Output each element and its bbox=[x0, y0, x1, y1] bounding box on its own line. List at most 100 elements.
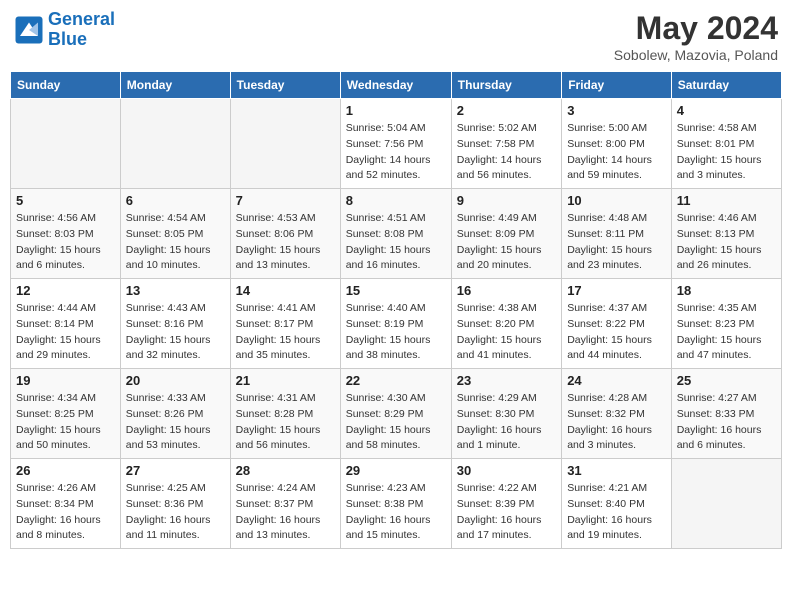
page-header: General Blue May 2024 Sobolew, Mazovia, … bbox=[10, 10, 782, 63]
day-info: Sunrise: 4:40 AMSunset: 8:19 PMDaylight:… bbox=[346, 301, 446, 364]
calendar-cell: 10 Sunrise: 4:48 AMSunset: 8:11 PMDayligh… bbox=[562, 189, 672, 279]
day-info: Sunrise: 4:48 AMSunset: 8:11 PMDaylight:… bbox=[567, 211, 666, 274]
calendar-cell: 20Sunrise: 4:33 AMSunset: 8:26 PMDayligh… bbox=[120, 369, 230, 459]
weekday-header-thursday: Thursday bbox=[451, 72, 561, 99]
calendar-cell: 17 Sunrise: 4:37 AMSunset: 8:22 PMDayligh… bbox=[562, 279, 672, 369]
day-number: 28 bbox=[236, 463, 335, 478]
day-info: Sunrise: 4:22 AMSunset: 8:39 PMDaylight:… bbox=[457, 481, 556, 544]
day-info: Sunrise: 4:31 AMSunset: 8:28 PMDaylight:… bbox=[236, 391, 335, 454]
day-info: Sunrise: 4:49 AMSunset: 8:09 PMDaylight:… bbox=[457, 211, 556, 274]
day-info: Sunrise: 4:28 AMSunset: 8:32 PMDaylight:… bbox=[567, 391, 666, 454]
day-info: Sunrise: 4:29 AMSunset: 8:30 PMDaylight:… bbox=[457, 391, 556, 454]
calendar-cell: 19 Sunrise: 4:34 AMSunset: 8:25 PMDayligh… bbox=[11, 369, 121, 459]
day-info: Sunrise: 4:54 AMSunset: 8:05 PMDaylight:… bbox=[126, 211, 225, 274]
day-info: Sunrise: 4:37 AMSunset: 8:22 PMDaylight:… bbox=[567, 301, 666, 364]
week-row-4: 19 Sunrise: 4:34 AMSunset: 8:25 PMDayligh… bbox=[11, 369, 782, 459]
weekday-header-tuesday: Tuesday bbox=[230, 72, 340, 99]
day-number: 7 bbox=[236, 193, 335, 208]
week-row-3: 12 Sunrise: 4:44 AMSunset: 8:14 PMDayligh… bbox=[11, 279, 782, 369]
calendar-cell: 12 Sunrise: 4:44 AMSunset: 8:14 PMDayligh… bbox=[11, 279, 121, 369]
day-number: 14 bbox=[236, 283, 335, 298]
calendar-cell: 4 Sunrise: 4:58 AMSunset: 8:01 PMDaylight… bbox=[671, 99, 781, 189]
day-info: Sunrise: 4:41 AMSunset: 8:17 PMDaylight:… bbox=[236, 301, 335, 364]
day-info: Sunrise: 4:34 AMSunset: 8:25 PMDaylight:… bbox=[16, 391, 115, 454]
day-info: Sunrise: 4:26 AMSunset: 8:34 PMDaylight:… bbox=[16, 481, 115, 544]
day-info: Sunrise: 4:56 AMSunset: 8:03 PMDaylight:… bbox=[16, 211, 115, 274]
day-info: Sunrise: 4:33 AMSunset: 8:26 PMDaylight:… bbox=[126, 391, 225, 454]
day-number: 25 bbox=[677, 373, 776, 388]
calendar-cell bbox=[120, 99, 230, 189]
day-info: Sunrise: 4:21 AMSunset: 8:40 PMDaylight:… bbox=[567, 481, 666, 544]
calendar-cell: 14 Sunrise: 4:41 AMSunset: 8:17 PMDayligh… bbox=[230, 279, 340, 369]
day-number: 11 bbox=[677, 193, 776, 208]
calendar-cell: 8Sunrise: 4:51 AMSunset: 8:08 PMDaylight… bbox=[340, 189, 451, 279]
day-number: 9 bbox=[457, 193, 556, 208]
day-number: 5 bbox=[16, 193, 115, 208]
day-number: 17 bbox=[567, 283, 666, 298]
calendar-cell: 2 Sunrise: 5:02 AMSunset: 7:58 PMDaylight… bbox=[451, 99, 561, 189]
calendar-cell bbox=[11, 99, 121, 189]
day-number: 19 bbox=[16, 373, 115, 388]
week-row-1: 1Sunrise: 5:04 AMSunset: 7:56 PMDaylight… bbox=[11, 99, 782, 189]
logo-icon bbox=[14, 15, 44, 45]
day-number: 12 bbox=[16, 283, 115, 298]
day-info: Sunrise: 4:25 AMSunset: 8:36 PMDaylight:… bbox=[126, 481, 225, 544]
day-number: 10 bbox=[567, 193, 666, 208]
logo: General Blue bbox=[14, 10, 115, 50]
day-number: 15 bbox=[346, 283, 446, 298]
day-number: 29 bbox=[346, 463, 446, 478]
day-number: 21 bbox=[236, 373, 335, 388]
title-block: May 2024 Sobolew, Mazovia, Poland bbox=[614, 10, 778, 63]
calendar-cell: 31 Sunrise: 4:21 AMSunset: 8:40 PMDayligh… bbox=[562, 459, 672, 549]
calendar-cell: 23 Sunrise: 4:29 AMSunset: 8:30 PMDayligh… bbox=[451, 369, 561, 459]
week-row-5: 26 Sunrise: 4:26 AMSunset: 8:34 PMDayligh… bbox=[11, 459, 782, 549]
day-number: 16 bbox=[457, 283, 556, 298]
calendar-cell: 22 Sunrise: 4:30 AMSunset: 8:29 PMDayligh… bbox=[340, 369, 451, 459]
day-number: 27 bbox=[126, 463, 225, 478]
day-info: Sunrise: 4:24 AMSunset: 8:37 PMDaylight:… bbox=[236, 481, 335, 544]
calendar-cell: 26 Sunrise: 4:26 AMSunset: 8:34 PMDayligh… bbox=[11, 459, 121, 549]
day-info: Sunrise: 4:46 AMSunset: 8:13 PMDaylight:… bbox=[677, 211, 776, 274]
day-number: 26 bbox=[16, 463, 115, 478]
day-info: Sunrise: 5:00 AMSunset: 8:00 PMDaylight:… bbox=[567, 121, 666, 184]
calendar-cell: 9 Sunrise: 4:49 AMSunset: 8:09 PMDaylight… bbox=[451, 189, 561, 279]
calendar-cell: 5 Sunrise: 4:56 AMSunset: 8:03 PMDaylight… bbox=[11, 189, 121, 279]
day-number: 31 bbox=[567, 463, 666, 478]
day-number: 13 bbox=[126, 283, 225, 298]
day-info: Sunrise: 4:27 AMSunset: 8:33 PMDaylight:… bbox=[677, 391, 776, 454]
calendar-cell bbox=[230, 99, 340, 189]
day-number: 4 bbox=[677, 103, 776, 118]
calendar-table: SundayMondayTuesdayWednesdayThursdayFrid… bbox=[10, 71, 782, 549]
day-info: Sunrise: 4:44 AMSunset: 8:14 PMDaylight:… bbox=[16, 301, 115, 364]
weekday-header-row: SundayMondayTuesdayWednesdayThursdayFrid… bbox=[11, 72, 782, 99]
logo-text: General Blue bbox=[48, 10, 115, 50]
calendar-cell: 16 Sunrise: 4:38 AMSunset: 8:20 PMDayligh… bbox=[451, 279, 561, 369]
calendar-cell: 24 Sunrise: 4:28 AMSunset: 8:32 PMDayligh… bbox=[562, 369, 672, 459]
calendar-cell: 21 Sunrise: 4:31 AMSunset: 8:28 PMDayligh… bbox=[230, 369, 340, 459]
day-number: 22 bbox=[346, 373, 446, 388]
day-info: Sunrise: 4:53 AMSunset: 8:06 PMDaylight:… bbox=[236, 211, 335, 274]
day-info: Sunrise: 5:02 AMSunset: 7:58 PMDaylight:… bbox=[457, 121, 556, 184]
day-number: 6 bbox=[126, 193, 225, 208]
day-number: 1 bbox=[346, 103, 446, 118]
calendar-cell: 25 Sunrise: 4:27 AMSunset: 8:33 PMDayligh… bbox=[671, 369, 781, 459]
weekday-header-saturday: Saturday bbox=[671, 72, 781, 99]
day-number: 3 bbox=[567, 103, 666, 118]
day-info: Sunrise: 4:38 AMSunset: 8:20 PMDaylight:… bbox=[457, 301, 556, 364]
day-info: Sunrise: 4:58 AMSunset: 8:01 PMDaylight:… bbox=[677, 121, 776, 184]
calendar-subtitle: Sobolew, Mazovia, Poland bbox=[614, 47, 778, 63]
calendar-title: May 2024 bbox=[614, 10, 778, 47]
day-number: 23 bbox=[457, 373, 556, 388]
calendar-cell: 28 Sunrise: 4:24 AMSunset: 8:37 PMDayligh… bbox=[230, 459, 340, 549]
weekday-header-friday: Friday bbox=[562, 72, 672, 99]
day-number: 30 bbox=[457, 463, 556, 478]
calendar-cell: 1Sunrise: 5:04 AMSunset: 7:56 PMDaylight… bbox=[340, 99, 451, 189]
day-info: Sunrise: 4:23 AMSunset: 8:38 PMDaylight:… bbox=[346, 481, 446, 544]
weekday-header-monday: Monday bbox=[120, 72, 230, 99]
day-number: 8 bbox=[346, 193, 446, 208]
calendar-cell: 15 Sunrise: 4:40 AMSunset: 8:19 PMDayligh… bbox=[340, 279, 451, 369]
day-number: 24 bbox=[567, 373, 666, 388]
day-info: Sunrise: 4:35 AMSunset: 8:23 PMDaylight:… bbox=[677, 301, 776, 364]
day-info: Sunrise: 4:30 AMSunset: 8:29 PMDaylight:… bbox=[346, 391, 446, 454]
day-number: 2 bbox=[457, 103, 556, 118]
